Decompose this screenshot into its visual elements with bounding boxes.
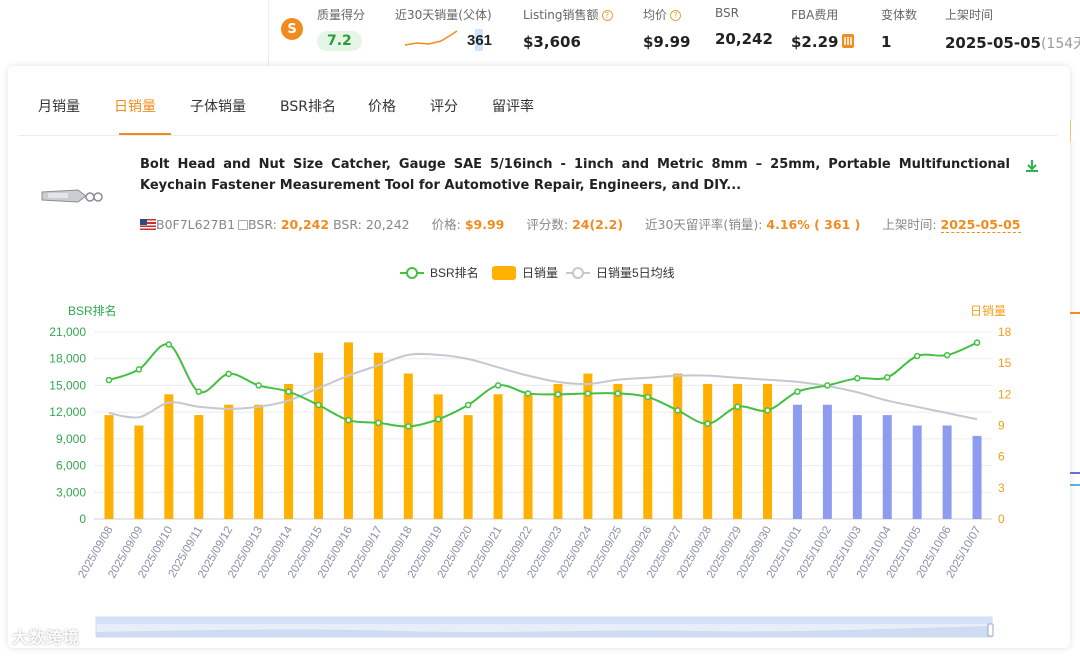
point-bsr: [135, 366, 143, 373]
point-bsr: [704, 420, 711, 427]
bar-daily-sales: [942, 425, 952, 519]
bar-daily-sales: [284, 383, 294, 519]
y-right-tick-label: 12: [998, 387, 1012, 401]
point-bsr: [854, 375, 861, 382]
bar-daily-sales: [613, 383, 623, 519]
watermark-logo: 大数跨境: [12, 628, 81, 647]
point-bsr: [554, 391, 562, 398]
bar-daily-sales: [373, 352, 383, 519]
y-left-tick-label: 0: [79, 512, 86, 526]
legend-label: BSR排名: [430, 265, 479, 280]
bar-daily-sales: [314, 352, 323, 519]
bar-daily-sales: [822, 404, 832, 519]
y-right-tick-label: 9: [998, 419, 1005, 433]
bar-daily-sales: [463, 415, 473, 519]
bar-daily-sales: [224, 404, 234, 519]
y-right-tick-label: 6: [998, 450, 1005, 464]
edge-fragment: [1070, 472, 1080, 474]
bar-daily-sales: [134, 425, 144, 519]
bar-daily-sales: [493, 394, 503, 519]
y-left-tick-label: 6,000: [56, 459, 86, 473]
edge-fragment: [1070, 484, 1080, 486]
bar-daily-sales: [852, 415, 862, 519]
bar-daily-sales: [343, 342, 353, 519]
bar-daily-sales: [912, 425, 922, 519]
y-left-tick-label: 12,000: [49, 405, 86, 419]
point-bsr: [225, 370, 232, 378]
point-bsr: [105, 376, 113, 384]
point-bsr: [375, 419, 382, 427]
point-bsr: [614, 390, 622, 397]
bar-daily-sales: [403, 373, 413, 519]
point-bsr: [255, 382, 262, 389]
y-right-tick-label: 18: [998, 325, 1012, 339]
point-bsr: [674, 407, 681, 414]
y-right-tick-label: 3: [998, 481, 1005, 495]
bar-daily-sales: [703, 383, 713, 519]
bar-daily-sales: [164, 394, 174, 519]
y-left-tick-label: 3,000: [56, 485, 86, 499]
bar-daily-sales: [254, 404, 264, 519]
point-bsr: [734, 403, 741, 411]
legend-label: 日销量5日均线: [596, 266, 675, 280]
point-bsr: [165, 341, 173, 348]
point-bsr: [405, 423, 412, 430]
y-right-tick-label: 15: [998, 356, 1012, 370]
point-bsr: [824, 382, 831, 389]
point-bsr: [764, 407, 771, 414]
point-bsr: [464, 401, 472, 409]
zoom-slider-handle: [987, 623, 994, 637]
bar-daily-sales: [523, 394, 533, 519]
bar-daily-sales: [643, 383, 653, 519]
y-left-axis-title: BSR排名: [68, 303, 117, 318]
bar-daily-sales: [792, 404, 802, 519]
bar-daily-sales: [194, 415, 204, 519]
legend-swatch: [492, 266, 516, 280]
point-bsr: [943, 351, 951, 359]
bar-daily-sales: [673, 373, 683, 519]
bar-daily-sales: [433, 394, 443, 519]
daily-sales-chart: 0 3,000 6,000 9,000 12,000 15,000 18,000 21,000…: [49, 265, 1012, 638]
y-left-tick-label: 9,000: [56, 432, 86, 446]
edge-fragment: [1070, 120, 1080, 142]
point-bsr: [345, 416, 352, 424]
legend-label: 日销量: [522, 266, 558, 280]
bar-daily-sales: [763, 383, 772, 519]
zoom-slider-handle-bar: [96, 617, 992, 624]
point-bsr: [494, 382, 502, 389]
series-line-ma5: [108, 352, 978, 421]
point-bsr: [285, 388, 292, 395]
bar-daily-sales: [553, 383, 563, 519]
legend-swatch: [406, 267, 418, 279]
y-left-tick-label: 15,000: [49, 378, 86, 392]
point-bsr: [315, 401, 322, 409]
point-bsr: [195, 388, 203, 395]
point-bsr: [644, 393, 652, 401]
edge-fragment: [1070, 312, 1080, 314]
bar-daily-sales: [882, 415, 892, 519]
point-bsr: [584, 390, 592, 397]
legend-swatch: [572, 267, 584, 279]
point-bsr: [913, 352, 921, 360]
point-bsr: [883, 374, 891, 381]
y-right-axis-title: 日销量: [970, 304, 1006, 318]
bar-daily-sales: [104, 415, 114, 519]
y-left-tick-label: 18,000: [49, 352, 86, 366]
bar-daily-sales: [972, 435, 982, 519]
series-line-bsr: [108, 341, 978, 428]
point-bsr: [434, 416, 442, 423]
point-bsr: [973, 339, 981, 346]
point-bsr: [794, 388, 801, 395]
y-left-tick-label: 21,000: [49, 325, 86, 339]
y-right-tick-label: 0: [998, 512, 1005, 526]
point-bsr: [524, 390, 532, 397]
